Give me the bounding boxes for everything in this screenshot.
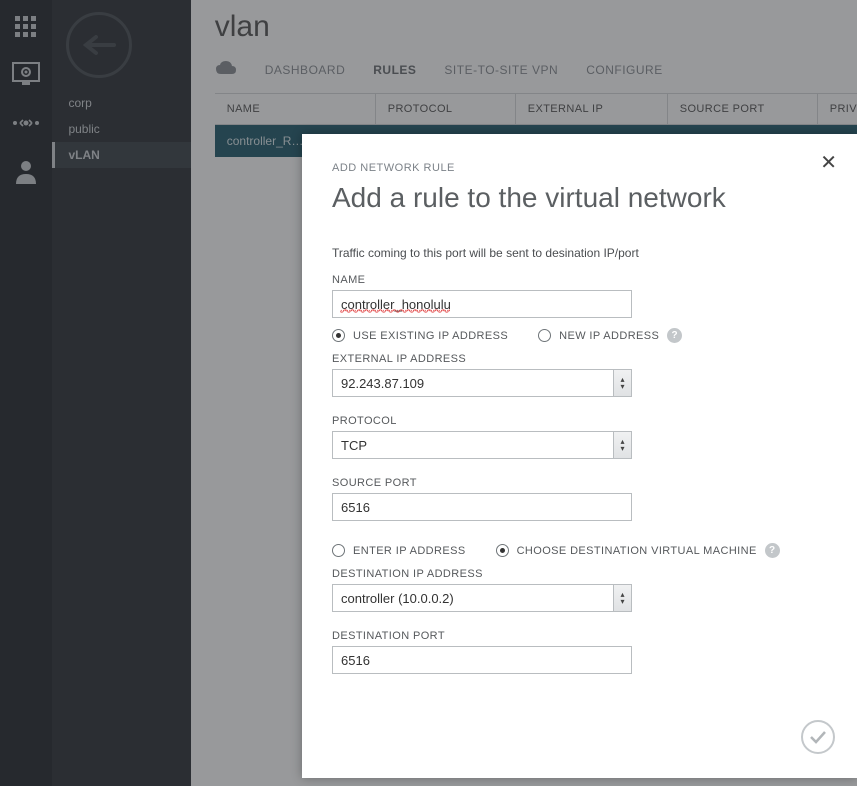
radio-new-ip-label: NEW IP ADDRESS [559,330,659,342]
add-rule-modal: ✕ ADD NETWORK RULE Add a rule to the vir… [302,134,857,778]
ip-mode-radio-group: USE EXISTING IP ADDRESS NEW IP ADDRESS ? [332,328,827,343]
protocol-select[interactable]: TCP ▴▾ [332,431,632,459]
modal-eyebrow: ADD NETWORK RULE [332,162,827,174]
protocol-value: TCP [341,438,367,453]
modal-description: Traffic coming to this port will be sent… [332,246,827,260]
destination-ip-select[interactable]: controller (10.0.0.2) ▴▾ [332,584,632,612]
help-icon[interactable]: ? [667,328,682,343]
label-source-port: SOURCE PORT [332,477,827,489]
radio-use-existing-ip[interactable] [332,329,345,342]
label-external-ip: EXTERNAL IP ADDRESS [332,353,827,365]
chevron-updown-icon: ▴▾ [613,370,631,396]
radio-enter-ip-label: ENTER IP ADDRESS [353,545,466,557]
submit-button[interactable] [801,720,835,754]
radio-choose-vm-label: CHOOSE DESTINATION VIRTUAL MACHINE [517,545,757,557]
destination-ip-value: controller (10.0.0.2) [341,591,454,606]
radio-enter-ip[interactable] [332,544,345,557]
label-destination-port: DESTINATION PORT [332,630,827,642]
label-name: NAME [332,274,827,286]
chevron-updown-icon: ▴▾ [613,585,631,611]
label-protocol: PROTOCOL [332,415,827,427]
label-destination-ip: DESTINATION IP ADDRESS [332,568,827,580]
source-port-input[interactable] [332,493,632,521]
dest-mode-radio-group: ENTER IP ADDRESS CHOOSE DESTINATION VIRT… [332,543,827,558]
radio-choose-vm[interactable] [496,544,509,557]
external-ip-value: 92.243.87.109 [341,376,424,391]
radio-use-existing-ip-label: USE EXISTING IP ADDRESS [353,330,508,342]
modal-title: Add a rule to the virtual network [332,182,827,214]
radio-new-ip[interactable] [538,329,551,342]
destination-port-input[interactable] [332,646,632,674]
chevron-updown-icon: ▴▾ [613,432,631,458]
close-icon[interactable]: ✕ [820,150,837,175]
help-icon[interactable]: ? [765,543,780,558]
name-input[interactable] [332,290,632,318]
external-ip-select[interactable]: 92.243.87.109 ▴▾ [332,369,632,397]
